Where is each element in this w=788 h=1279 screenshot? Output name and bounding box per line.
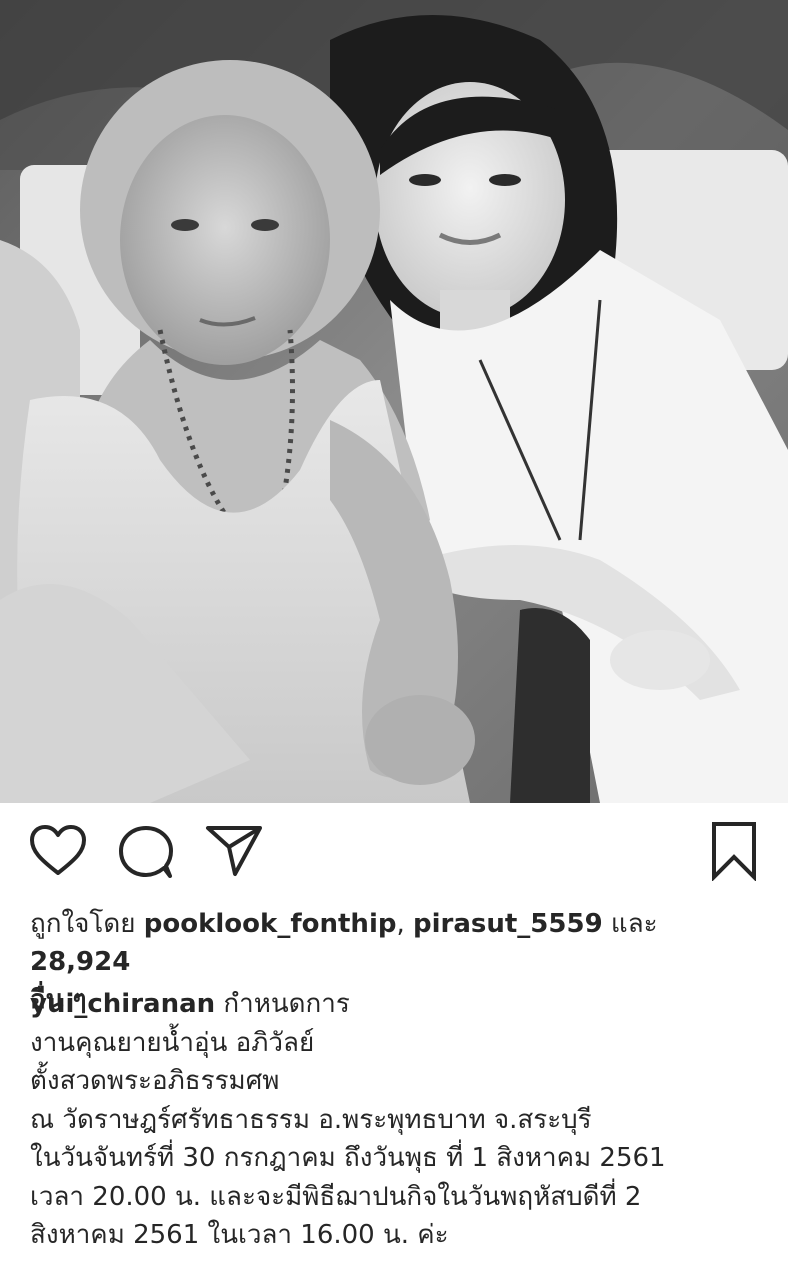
likes-count[interactable]: 28,924 [30,947,130,977]
liker-username[interactable]: pirasut_5559 [413,909,603,939]
liker-username[interactable]: pooklook_fonthip [144,909,397,939]
heart-icon[interactable] [30,825,86,877]
caption-text: งานคุณยายน้ำอุ่น อภิวัลย์ [30,1027,315,1058]
caption-text: ณ วัดราษฎร์ศรัทธาธรรม อ.พระพุทธบาท จ.สระ… [30,1104,592,1135]
send-icon[interactable] [205,823,263,877]
post-caption: yui_chiranan กำหนดการ งานคุณยายน้ำอุ่น อ… [30,985,765,1255]
likes-and: และ [602,909,658,939]
caption-text: กำหนดการ [215,989,350,1019]
bookmark-icon[interactable] [710,821,758,882]
post-photo-image [0,0,788,803]
comment-icon[interactable] [118,825,174,879]
post-photo[interactable] [0,0,788,803]
caption-username[interactable]: yui_chiranan [30,989,215,1019]
likes-separator: , [396,909,413,939]
caption-text: ตั้งสวดพระอภิธรรมศพ [30,1066,280,1096]
caption-line: yui_chiranan กำหนดการ [30,985,765,1024]
likes-prefix: ถูกใจโดย [30,909,144,939]
caption-text: เวลา 20.00 น. และจะมีพิธีฌาปนกิจในวันพฤห… [30,1181,642,1212]
caption-text: ในวันจันทร์ที่ 30 กรกฎาคม ถึงวันพุธ ที่ … [30,1143,666,1173]
action-bar [0,803,788,898]
caption-text: สิงหาคม 2561 ในเวลา 16.00 น. ค่ะ [30,1220,449,1250]
